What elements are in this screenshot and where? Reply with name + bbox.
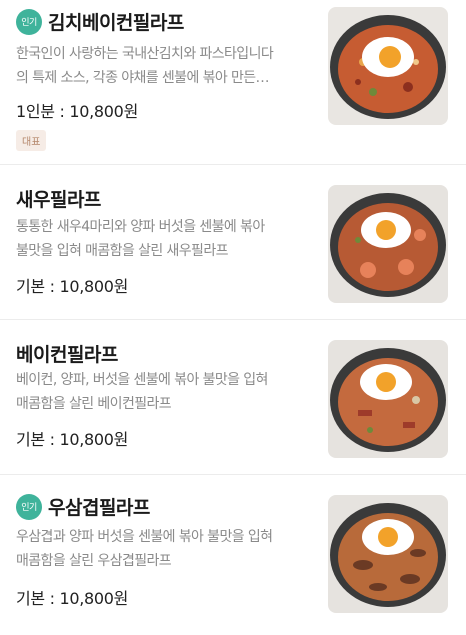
menu-item-beef-brisket-pilaf[interactable]: 인기 우삼겹필라프 우삼겹과 양파 버섯을 센불에 볶아 불맛을 입혀 매콤함을… — [0, 475, 466, 635]
title-row: 새우필라프 — [16, 185, 101, 212]
pilaf-plate-icon — [328, 340, 448, 458]
kimchi-bacon-pilaf-photo[interactable] — [328, 7, 448, 125]
item-price: 기본 : 10,800원 — [16, 277, 129, 296]
item-title: 우삼겹필라프 — [48, 497, 150, 519]
description-line: 불맛을 입혀 매콤함을 살린 새우필라프 — [16, 243, 228, 259]
description-line: 베이컨, 양파, 버섯을 센불에 볶아 불맛을 입혀 — [16, 372, 268, 388]
representative-tag: 대표 — [16, 130, 47, 151]
title-row: 인기 우삼겹필라프 — [16, 493, 150, 520]
description-line: 한국인이 사랑하는 국내산김치와 파스타입니다 — [16, 46, 274, 62]
item-description: 베이컨, 양파, 버섯을 센불에 볶아 불맛을 입혀 매콤함을 살린 베이컨필라… — [16, 368, 316, 416]
popular-badge: 인기 — [16, 8, 42, 35]
item-title: 김치베이컨필라프 — [48, 12, 184, 34]
menu-list: 인기 김치베이컨필라프 한국인이 사랑하는 국내산김치와 파스타입니다 의 특제… — [0, 0, 466, 635]
item-title: 베이컨필라프 — [16, 344, 118, 366]
description-line: 매콤함을 살린 베이컨필라프 — [16, 396, 172, 412]
pilaf-plate-icon — [328, 7, 448, 125]
item-description: 한국인이 사랑하는 국내산김치와 파스타입니다 의 특제 소스, 각종 야채를 … — [16, 42, 316, 90]
pilaf-plate-icon — [328, 185, 448, 303]
item-description: 통통한 새우4마리와 양파 버섯을 센불에 볶아 불맛을 입혀 매콤함을 살린 … — [16, 215, 316, 263]
description-line: 의 특제 소스, 각종 야채를 센불에 볶아 만든… — [16, 70, 270, 86]
description-line: 통통한 새우4마리와 양파 버섯을 센불에 볶아 — [16, 219, 265, 235]
menu-item-kimchi-bacon-pilaf[interactable]: 인기 김치베이컨필라프 한국인이 사랑하는 국내산김치와 파스타입니다 의 특제… — [0, 0, 466, 165]
title-row: 베이컨필라프 — [16, 340, 118, 367]
menu-item-bacon-pilaf[interactable]: 베이컨필라프 베이컨, 양파, 버섯을 센불에 볶아 불맛을 입혀 매콤함을 살… — [0, 320, 466, 475]
shrimp-pilaf-photo[interactable] — [328, 185, 448, 303]
popular-badge: 인기 — [16, 493, 42, 520]
title-row: 인기 김치베이컨필라프 — [16, 8, 184, 35]
item-price: 기본 : 10,800원 — [16, 589, 129, 608]
pilaf-plate-icon — [328, 495, 448, 613]
item-description: 우삼겹과 양파 버섯을 센불에 볶아 불맛을 입혀 매콤함을 살린 우삼겹필라프 — [16, 525, 316, 573]
item-title: 새우필라프 — [16, 189, 101, 211]
description-line: 매콤함을 살린 우삼겹필라프 — [16, 553, 172, 569]
item-price: 기본 : 10,800원 — [16, 430, 129, 449]
beef-brisket-pilaf-photo[interactable] — [328, 495, 448, 613]
item-price: 1인분 : 10,800원 — [16, 102, 138, 121]
description-line: 우삼겹과 양파 버섯을 센불에 볶아 불맛을 입혀 — [16, 529, 273, 545]
menu-item-shrimp-pilaf[interactable]: 새우필라프 통통한 새우4마리와 양파 버섯을 센불에 볶아 불맛을 입혀 매콤… — [0, 165, 466, 320]
bacon-pilaf-photo[interactable] — [328, 340, 448, 458]
